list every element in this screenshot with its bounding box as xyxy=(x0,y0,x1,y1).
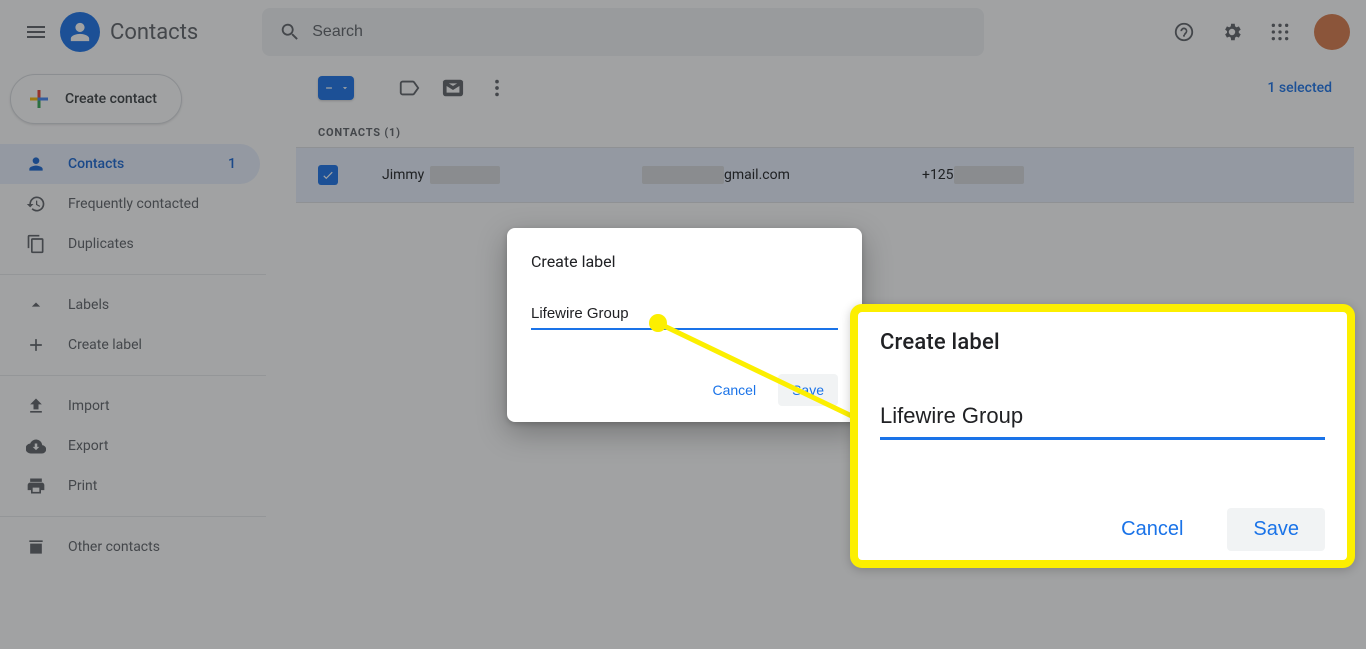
app-root: Contacts xyxy=(0,0,1366,649)
dialog-title: Create label xyxy=(531,252,838,271)
cancel-button[interactable]: Cancel xyxy=(698,374,770,406)
callout-title: Create label xyxy=(880,330,1325,355)
callout-cancel-button[interactable]: Cancel xyxy=(1095,508,1209,551)
callout-save-button[interactable]: Save xyxy=(1227,508,1325,551)
label-name-input[interactable] xyxy=(531,301,838,330)
save-button[interactable]: Save xyxy=(778,374,838,406)
callout-label-input[interactable] xyxy=(880,399,1325,440)
callout-zoom: Create label Cancel Save xyxy=(850,304,1355,568)
callout-actions: Cancel Save xyxy=(880,508,1325,551)
dialog-actions: Cancel Save xyxy=(531,374,838,406)
create-label-dialog: Create label Cancel Save xyxy=(507,228,862,422)
